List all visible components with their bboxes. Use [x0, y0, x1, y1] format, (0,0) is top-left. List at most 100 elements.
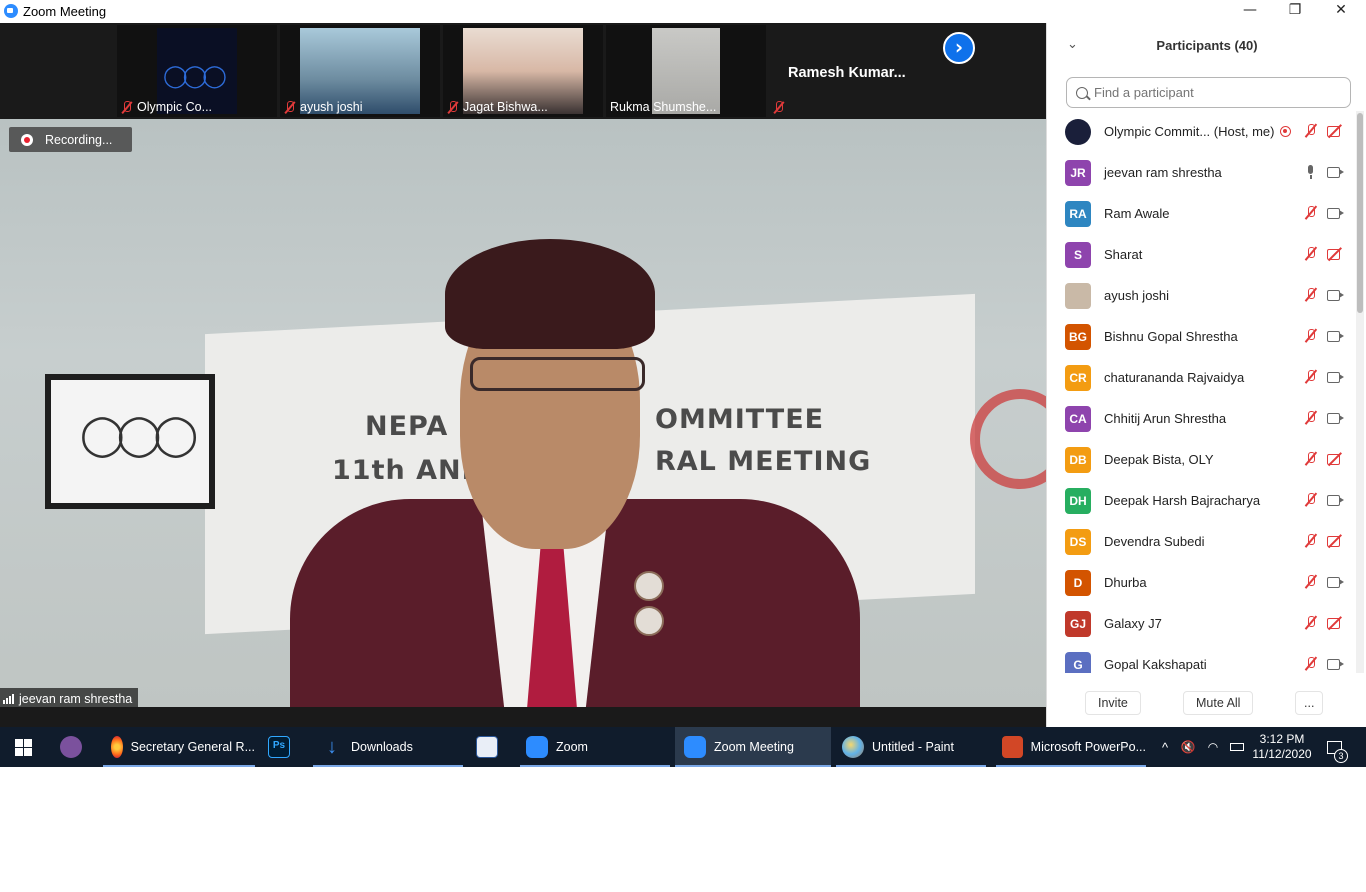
mute-all-button[interactable]: Mute All: [1183, 691, 1254, 715]
restore-button[interactable]: ❐: [1272, 0, 1318, 23]
participant-row[interactable]: S Sharat: [1047, 234, 1357, 275]
participant-row[interactable]: G Gopal Kakshapati: [1047, 644, 1357, 673]
participant-name: Devendra Subedi: [1104, 534, 1205, 549]
participant-row[interactable]: DH Deepak Harsh Bajracharya: [1047, 480, 1357, 521]
lapel-pin: [634, 606, 664, 636]
windows-start-icon[interactable]: [15, 739, 32, 756]
microphone-muted-icon[interactable]: [1303, 247, 1319, 261]
microphone-muted-icon[interactable]: [1303, 124, 1319, 138]
video-camera-off-icon[interactable]: [1327, 534, 1343, 548]
taskbar-underline: [313, 765, 463, 767]
scrollbar-thumb[interactable]: [1357, 113, 1363, 313]
video-thumbnail[interactable]: Jagat Bishwa...: [443, 25, 603, 117]
next-page-button[interactable]: ›: [943, 32, 975, 64]
participant-row[interactable]: JR jeevan ram shrestha: [1047, 152, 1357, 193]
minimize-button[interactable]: —: [1227, 0, 1273, 23]
participant-avatar: G: [1065, 651, 1091, 673]
taskbar-underline: [996, 765, 1146, 767]
microphone-muted-icon[interactable]: [1303, 329, 1319, 343]
video-camera-icon[interactable]: [1327, 165, 1344, 179]
video-camera-icon[interactable]: [1327, 493, 1344, 507]
downloads-folder-icon: ↓: [327, 736, 337, 758]
search-icon: [1076, 86, 1088, 99]
video-camera-icon[interactable]: [1327, 206, 1344, 220]
clock[interactable]: 3:12 PM 11/12/2020: [1250, 727, 1314, 767]
taskbar-item[interactable]: Untitled - Paint: [836, 727, 986, 767]
participant-avatar: GJ: [1065, 610, 1091, 637]
invite-button[interactable]: Invite: [1085, 691, 1141, 715]
microphone-muted-icon[interactable]: [1303, 411, 1319, 425]
microphone-muted-icon[interactable]: [1303, 370, 1319, 384]
participant-search[interactable]: [1066, 77, 1351, 108]
tray-overflow-chevron[interactable]: ^: [1158, 727, 1172, 767]
participant-row[interactable]: ayush joshi: [1047, 275, 1357, 316]
video-camera-icon[interactable]: [1327, 411, 1344, 425]
microphone-muted-icon[interactable]: [1303, 452, 1319, 466]
taskbar-label: Microsoft PowerPo...: [1030, 740, 1146, 754]
video-thumbnail[interactable]: ◯◯◯ Olympic Co...: [117, 25, 277, 117]
more-options-button[interactable]: ...: [1295, 691, 1324, 715]
participant-row[interactable]: DB Deepak Bista, OLY: [1047, 439, 1357, 480]
participant-row[interactable]: BG Bishnu Gopal Shrestha: [1047, 316, 1357, 357]
taskbar-item[interactable]: Ps: [268, 727, 298, 767]
participant-row[interactable]: GJ Galaxy J7: [1047, 603, 1357, 644]
video-camera-icon[interactable]: [1327, 657, 1344, 671]
taskbar-item[interactable]: Secretary General R...: [103, 727, 255, 767]
participants-title: Participants (40): [1156, 38, 1258, 53]
participant-list-scrollbar[interactable]: [1356, 111, 1364, 673]
video-camera-icon[interactable]: [1327, 575, 1344, 589]
taskbar-item[interactable]: [476, 727, 506, 767]
participant-list: Olympic Commit... (Host, me) JR jeevan ram…: [1047, 111, 1357, 673]
microphone-muted-icon[interactable]: [1303, 657, 1319, 671]
wifi-icon[interactable]: ◠: [1205, 727, 1221, 767]
microphone-muted-icon[interactable]: [1303, 616, 1319, 630]
microphone-icon[interactable]: [1303, 165, 1319, 179]
video-camera-off-icon[interactable]: [1327, 124, 1343, 138]
notification-count-badge: 3: [1334, 749, 1348, 763]
olympic-rings-icon: ◯◯◯: [163, 64, 227, 89]
participant-row[interactable]: DS Devendra Subedi: [1047, 521, 1357, 562]
participant-name: Gopal Kakshapati: [1104, 657, 1207, 672]
close-button[interactable]: ✕: [1318, 0, 1364, 23]
video-camera-icon[interactable]: [1327, 288, 1344, 302]
participant-row[interactable]: RA Ram Awale: [1047, 193, 1357, 234]
signal-bars-icon: [3, 693, 14, 704]
search-input[interactable]: [1094, 85, 1334, 100]
video-camera-icon[interactable]: [1327, 329, 1344, 343]
video-camera-off-icon[interactable]: [1327, 247, 1343, 261]
video-thumbnail[interactable]: ayush joshi: [280, 25, 440, 117]
recording-indicator[interactable]: Recording...: [9, 127, 132, 152]
microphone-muted-icon[interactable]: [1303, 493, 1319, 507]
participant-avatar: DB: [1065, 446, 1091, 473]
microphone-muted-icon[interactable]: [1303, 534, 1319, 548]
taskbar-item-active[interactable]: Zoom Meeting: [675, 727, 831, 767]
mic-muted-icon: [773, 101, 784, 114]
battery-icon[interactable]: [1229, 727, 1245, 767]
microphone-muted-icon[interactable]: [1303, 206, 1319, 220]
taskbar-item[interactable]: Zoom: [520, 727, 670, 767]
participant-name: jeevan ram shrestha: [1104, 165, 1222, 180]
video-camera-off-icon[interactable]: [1327, 452, 1343, 466]
participant-row[interactable]: Olympic Commit... (Host, me): [1047, 111, 1357, 152]
volume-muted-icon[interactable]: 🔇: [1180, 727, 1196, 767]
firefox-icon: [111, 736, 123, 758]
taskbar-item[interactable]: Microsoft PowerPo...: [996, 727, 1146, 767]
taskbar-item[interactable]: ↓ Downloads: [313, 727, 463, 767]
participant-name: Chhitij Arun Shrestha: [1104, 411, 1227, 426]
video-thumbnail[interactable]: Ramesh Kumar...: [769, 25, 929, 117]
video-camera-off-icon[interactable]: [1327, 616, 1343, 630]
taskbar-item[interactable]: [60, 727, 90, 767]
participant-row[interactable]: CR chaturananda Rajvaidya: [1047, 357, 1357, 398]
thumbnail-name: Rukma Shumshe...: [610, 100, 716, 114]
participant-name: chaturananda Rajvaidya: [1104, 370, 1245, 385]
participant-row[interactable]: CA Chhitij Arun Shrestha: [1047, 398, 1357, 439]
video-camera-icon[interactable]: [1327, 370, 1344, 384]
microphone-muted-icon[interactable]: [1303, 575, 1319, 589]
participant-row[interactable]: D Dhurba: [1047, 562, 1357, 603]
active-speaker-video: ◯◯◯ NEPA OMMITTEE 11th ANN RAL MEETING: [0, 119, 1046, 707]
mic-muted-icon: [447, 100, 458, 114]
video-thumbnail[interactable]: Rukma Shumshe...: [606, 25, 766, 117]
microphone-muted-icon[interactable]: [1303, 288, 1319, 302]
participant-avatar: D: [1065, 569, 1091, 596]
clock-date: 11/12/2020: [1252, 747, 1312, 761]
